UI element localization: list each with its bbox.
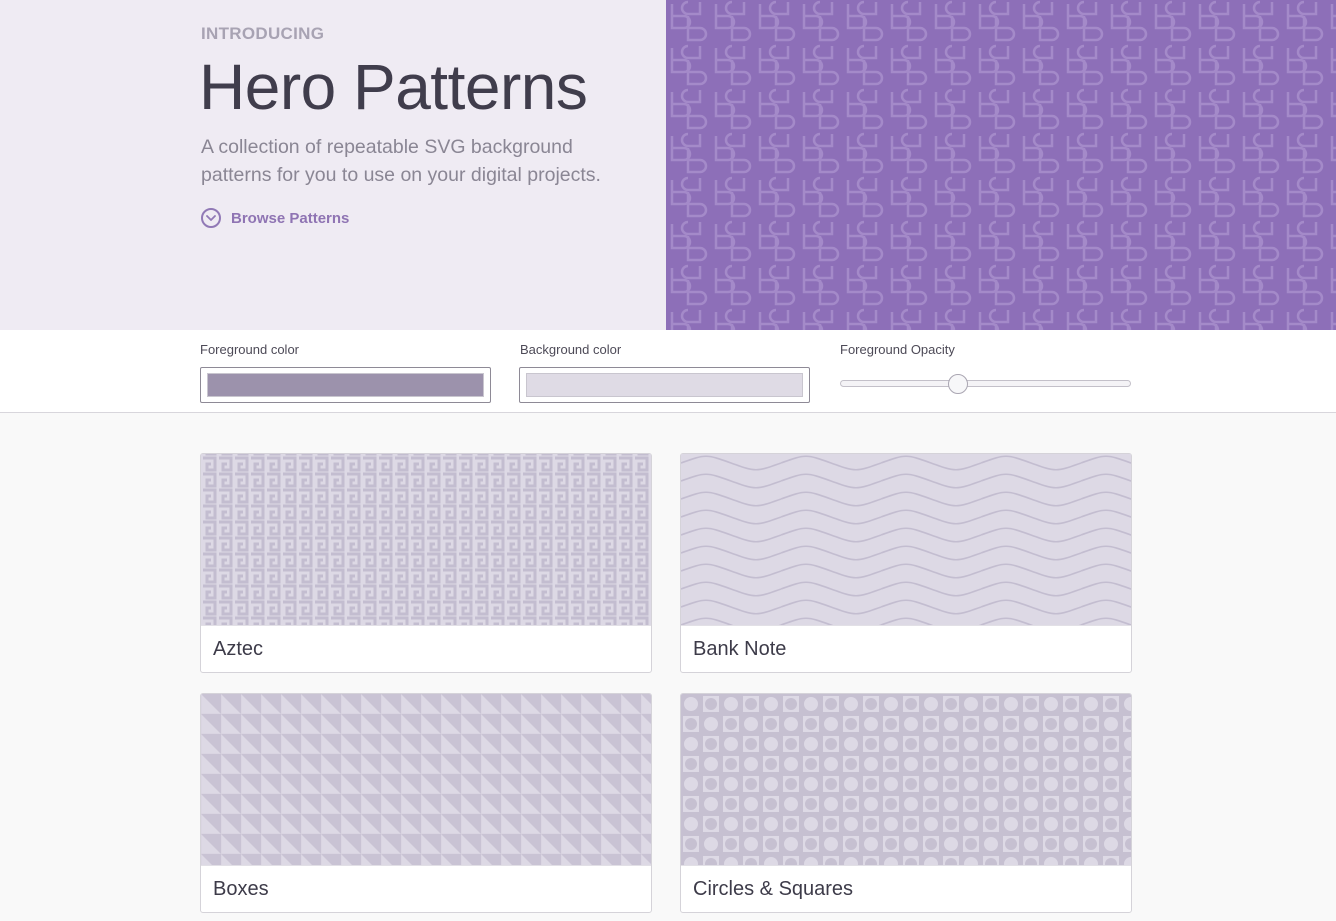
pattern-card-bank-note[interactable]: Bank Note — [680, 453, 1132, 673]
pattern-card-boxes[interactable]: Boxes — [200, 693, 652, 913]
pattern-name: Bank Note — [693, 638, 787, 660]
pattern-controls: Foreground color Background color Foregr… — [0, 330, 1336, 413]
pattern-name: Aztec — [213, 638, 264, 660]
pattern-name: Circles & Squares — [693, 878, 854, 900]
hero-description: A collection of repeatable SVG backgroun… — [201, 136, 601, 186]
background-color-picker[interactable] — [519, 367, 810, 403]
foreground-color-swatch — [207, 373, 484, 397]
pattern-preview — [201, 694, 651, 866]
slider-track[interactable] — [840, 380, 1131, 387]
background-color-label: Background color — [520, 342, 622, 357]
page-title: Hero Patterns — [199, 51, 588, 123]
pattern-name: Boxes — [213, 878, 269, 900]
pattern-card-circles-squares[interactable]: Circles & Squares — [680, 693, 1132, 913]
slider-thumb[interactable] — [948, 374, 968, 394]
foreground-color-label: Foreground color — [200, 342, 299, 357]
hero-section: INTRODUCING Hero Patterns A collection o… — [0, 0, 1336, 330]
pattern-preview — [681, 454, 1131, 626]
hero-pattern-preview — [666, 0, 1336, 330]
background-color-swatch — [526, 373, 803, 397]
pattern-preview — [201, 454, 651, 626]
hero-intro: INTRODUCING Hero Patterns A collection o… — [0, 0, 666, 330]
pattern-preview — [681, 694, 1131, 866]
browse-patterns-label: Browse Patterns — [231, 209, 350, 227]
pattern-card-aztec[interactable]: Aztec — [200, 453, 652, 673]
foreground-opacity-label: Foreground Opacity — [840, 342, 955, 357]
browse-patterns-link[interactable]: Browse Patterns — [201, 208, 349, 228]
hero-eyebrow: INTRODUCING — [201, 24, 325, 43]
foreground-opacity-slider[interactable] — [840, 374, 1131, 394]
foreground-color-picker[interactable] — [200, 367, 491, 403]
chevron-down-circle-icon — [201, 208, 221, 228]
